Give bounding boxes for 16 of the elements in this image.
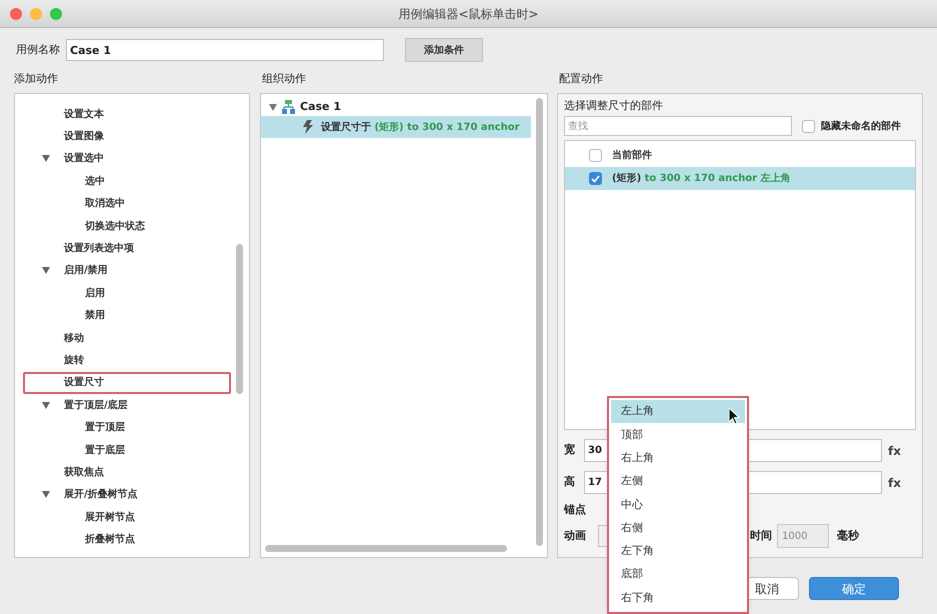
window-title: 用例编辑器<鼠标单击时>: [398, 6, 539, 22]
subtitle: 选择调整尺寸的部件: [564, 98, 664, 114]
field-label: 动画: [564, 528, 587, 544]
section-title: 组织动作: [262, 71, 307, 87]
checkbox-label: 隐藏未命名的部件: [821, 120, 901, 134]
field-label: 宽: [564, 442, 576, 458]
case-name-label: 用例名称: [16, 42, 60, 58]
field-label: 时间: [750, 528, 772, 544]
field-label: 锚点: [564, 502, 586, 518]
widget-label: 当前部件: [612, 148, 652, 163]
widget-label: (矩形) to 300 x 170 anchor 左上角: [612, 172, 791, 186]
unit-label: 毫秒: [837, 528, 859, 544]
section-title: 添加动作: [14, 71, 59, 87]
action-text: 设置尺寸于 (矩形) to 300 x 170 anchor: [321, 120, 520, 134]
section-title: 配置动作: [559, 71, 604, 87]
field-label: 高: [564, 474, 576, 490]
